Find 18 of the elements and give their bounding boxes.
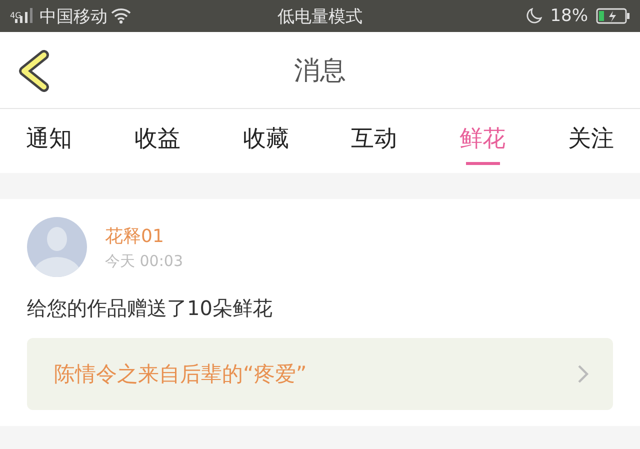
wifi-icon	[111, 8, 132, 24]
page-title: 消息	[294, 54, 346, 88]
tab[interactable]: 通知	[10, 109, 88, 173]
battery-icon	[596, 8, 630, 24]
avatar-icon	[27, 217, 87, 277]
tab[interactable]: 关注	[552, 109, 630, 173]
battery-percent: 18%	[550, 6, 588, 26]
tab[interactable]: 收藏	[226, 109, 305, 173]
chevron-icon	[577, 364, 589, 384]
tab[interactable]: 收益	[118, 109, 196, 173]
tab[interactable]: 互动	[335, 109, 414, 173]
message-text: 给您的作品赠送了10朵鲜花	[27, 295, 274, 322]
network-type: 4G	[10, 10, 22, 20]
low-power-mode: 低电量模式	[278, 6, 362, 28]
moon-icon	[526, 8, 542, 24]
carrier-name: 中国移动	[39, 6, 108, 28]
user-name: 花释01	[105, 224, 165, 248]
message-time: 今天 00:03	[105, 252, 183, 270]
